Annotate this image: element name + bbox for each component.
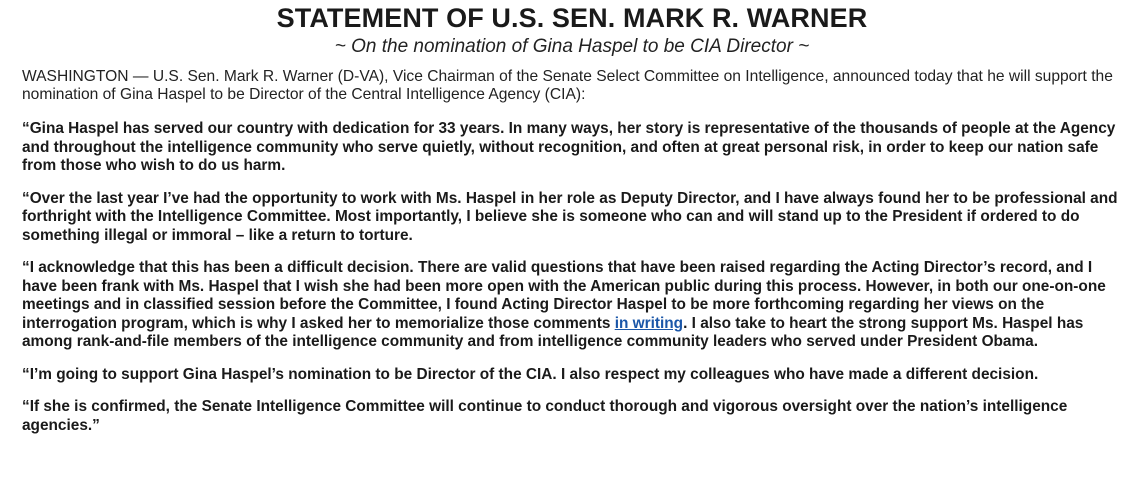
quote-paragraph-4: “I’m going to support Gina Haspel’s nomi… [22,365,1039,383]
press-statement: STATEMENT OF U.S. SEN. MARK R. WARNER ~ … [22,0,1122,435]
quote-paragraph-2: “Over the last year I’ve had the opportu… [22,189,1118,244]
in-writing-link[interactable]: in writing [615,315,683,332]
intro-paragraph: WASHINGTON — U.S. Sen. Mark R. Warner (D… [22,68,1113,103]
quote-paragraph-3: “I acknowledge that this has been a diff… [22,259,1122,352]
quote-paragraph-1: “Gina Haspel has served our country with… [22,120,1116,174]
statement-title: STATEMENT OF U.S. SEN. MARK R. WARNER [276,3,868,33]
statement-subtitle: ~ On the nomination of Gina Haspel to be… [334,36,810,57]
quote-paragraph-5: “If she is confirmed, the Senate Intelli… [22,398,1068,434]
